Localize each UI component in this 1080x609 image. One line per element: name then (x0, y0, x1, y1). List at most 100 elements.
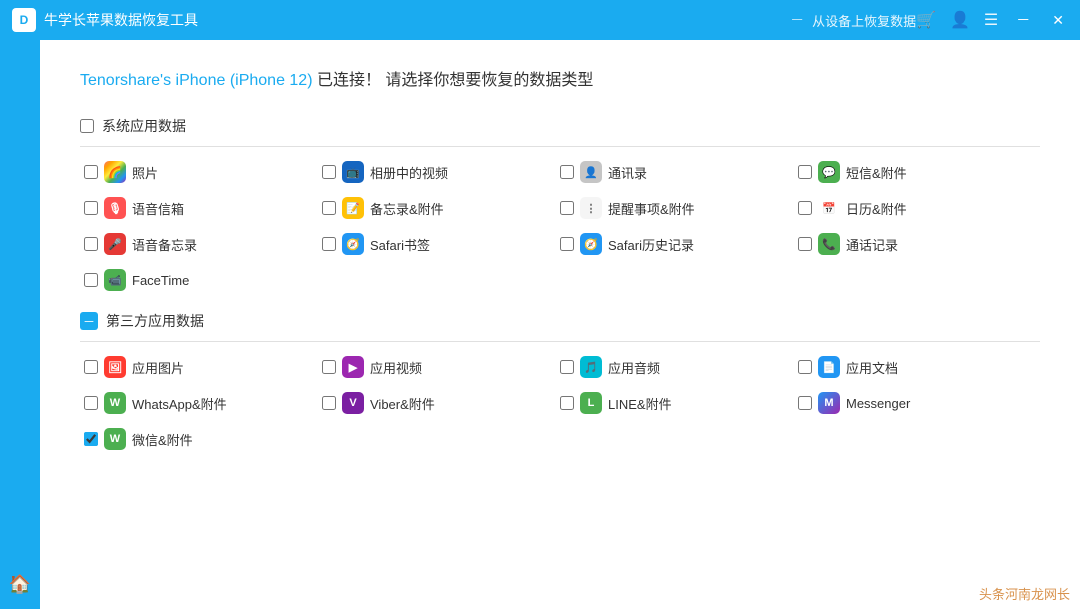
user-icon[interactable]: 👤 (950, 10, 970, 30)
list-item: ▶ 应用视频 (322, 356, 560, 378)
icon-safari-bk: 🧭 (342, 233, 364, 255)
system-section-label: 系统应用数据 (102, 116, 186, 136)
checkbox-voice-note[interactable] (84, 237, 98, 251)
third-party-section: － 第三方应用数据 🖼 应用图片 ▶ 应用视频 🎵应用音频 📄 应用文档 W WhatsApp&… (80, 311, 1040, 450)
icon-app-photos: 🖼 (104, 356, 126, 378)
third-party-items-grid: 🖼 应用图片 ▶ 应用视频 🎵应用音频 📄 应用文档 W WhatsApp&附件 V Viber&附… (80, 356, 1040, 450)
checkbox-app-video[interactable] (322, 360, 336, 374)
list-item: 🎤 语音备忘录 (84, 233, 322, 255)
list-item: 👤 通讯录 (560, 161, 798, 183)
checkbox-whatsapp[interactable] (84, 396, 98, 410)
label-call-history: 通话记录 (846, 235, 898, 254)
checkbox-sms[interactable] (798, 165, 812, 179)
checkbox-viber[interactable] (322, 396, 336, 410)
list-item: 🖼 应用图片 (84, 356, 322, 378)
list-item: 📝备忘录&附件 (322, 197, 560, 219)
sidebar: 🏠 (0, 40, 40, 609)
system-items-grid: 🌈照片📺相册中的视频👤通讯录💬短信&附件🎙语音信箱📝备忘录&附件⋮提醒事项&附件… (80, 161, 1040, 291)
minimize-button[interactable]: － (1012, 10, 1034, 30)
checkbox-app-photos[interactable] (84, 360, 98, 374)
checkbox-app-audio[interactable] (560, 360, 574, 374)
icon-album-video: 📺 (342, 161, 364, 183)
label-contacts: 通讯录 (608, 163, 647, 182)
icon-viber: V (342, 392, 364, 414)
list-item: W WhatsApp&附件 (84, 392, 322, 414)
checkbox-facetime[interactable] (84, 273, 98, 287)
list-item: 🧭 Safari历史记录 (560, 233, 798, 255)
list-item: 🎵应用音频 (560, 356, 798, 378)
label-viber: Viber&附件 (370, 394, 435, 413)
checkbox-notes[interactable] (322, 201, 336, 215)
checkbox-wechat[interactable] (84, 432, 98, 446)
list-item: W 微信&附件 (84, 428, 322, 450)
icon-app-audio: 🎵 (580, 356, 602, 378)
title-bar-actions: 🛒 👤 ☰ － ✕ (916, 10, 1068, 30)
list-item: ⋮提醒事项&附件 (560, 197, 798, 219)
list-item: L LINE&附件 (560, 392, 798, 414)
third-party-section-label: 第三方应用数据 (106, 311, 204, 331)
label-app-docs: 应用文档 (846, 358, 898, 377)
list-item: 🎙 语音信箱 (84, 197, 322, 219)
label-messenger: Messenger (846, 396, 910, 411)
checkbox-contacts[interactable] (560, 165, 574, 179)
checkbox-photos[interactable] (84, 165, 98, 179)
list-item: 📅 日历&附件 (798, 197, 1036, 219)
icon-app-docs: 📄 (818, 356, 840, 378)
list-item: 📞 通话记录 (798, 233, 1036, 255)
icon-calendar: 📅 (818, 197, 840, 219)
icon-whatsapp: W (104, 392, 126, 414)
icon-line: L (580, 392, 602, 414)
checkbox-safari-bk[interactable] (322, 237, 336, 251)
label-calendar: 日历&附件 (846, 199, 907, 218)
icon-sms: 💬 (818, 161, 840, 183)
label-app-photos: 应用图片 (132, 358, 184, 377)
checkbox-call-history[interactable] (798, 237, 812, 251)
checkbox-voice-memo[interactable] (84, 201, 98, 215)
checkbox-line[interactable] (560, 396, 574, 410)
app-name: 牛学长苹果数据恢复工具 (44, 10, 782, 30)
connected-text: 已连接！ 请选择你想要恢复的数据类型 (317, 72, 593, 89)
home-button[interactable]: 🏠 (5, 569, 35, 599)
label-app-video: 应用视频 (370, 358, 422, 377)
icon-wechat: W (104, 428, 126, 450)
list-item: 📺 相册中的视频 (322, 161, 560, 183)
label-voice-memo: 语音信箱 (132, 199, 184, 218)
icon-contacts: 👤 (580, 161, 602, 183)
icon-app-video: ▶ (342, 356, 364, 378)
list-item: 🧭 Safari书签 (322, 233, 560, 255)
label-safari-bk: Safari书签 (370, 235, 430, 254)
label-sms: 短信&附件 (846, 163, 907, 182)
system-section-header: 系统应用数据 (80, 116, 1040, 147)
label-wechat: 微信&附件 (132, 430, 193, 449)
third-party-section-header: － 第三方应用数据 (80, 311, 1040, 342)
label-safari-hist: Safari历史记录 (608, 235, 694, 254)
icon-notes: 📝 (342, 197, 364, 219)
icon-facetime: 📹 (104, 269, 126, 291)
label-whatsapp: WhatsApp&附件 (132, 394, 227, 413)
cart-icon[interactable]: 🛒 (916, 10, 936, 30)
label-facetime: FaceTime (132, 273, 189, 288)
checkbox-safari-hist[interactable] (560, 237, 574, 251)
checkbox-reminders[interactable] (560, 201, 574, 215)
content-area: Tenorshare's iPhone (iPhone 12) 已连接！ 请选择… (40, 40, 1080, 609)
title-sep: － (790, 10, 804, 30)
list-item: MMessenger (798, 392, 1036, 414)
icon-voice-note: 🎤 (104, 233, 126, 255)
icon-voice-memo: 🎙 (104, 197, 126, 219)
label-reminders: 提醒事项&附件 (608, 199, 695, 218)
close-button[interactable]: ✕ (1048, 12, 1068, 29)
label-voice-note: 语音备忘录 (132, 235, 197, 254)
checkbox-calendar[interactable] (798, 201, 812, 215)
checkbox-app-docs[interactable] (798, 360, 812, 374)
system-section-checkbox[interactable] (80, 119, 94, 133)
icon-call-history: 📞 (818, 233, 840, 255)
title-subtitle: 从设备上恢复数据 (812, 11, 916, 30)
list-item: V Viber&附件 (322, 392, 560, 414)
label-line: LINE&附件 (608, 394, 672, 413)
menu-icon[interactable]: ☰ (984, 10, 998, 30)
device-name: Tenorshare's iPhone (iPhone 12) (80, 72, 313, 89)
checkbox-messenger[interactable] (798, 396, 812, 410)
checkbox-album-video[interactable] (322, 165, 336, 179)
label-album-video: 相册中的视频 (370, 163, 448, 182)
icon-safari-hist: 🧭 (580, 233, 602, 255)
